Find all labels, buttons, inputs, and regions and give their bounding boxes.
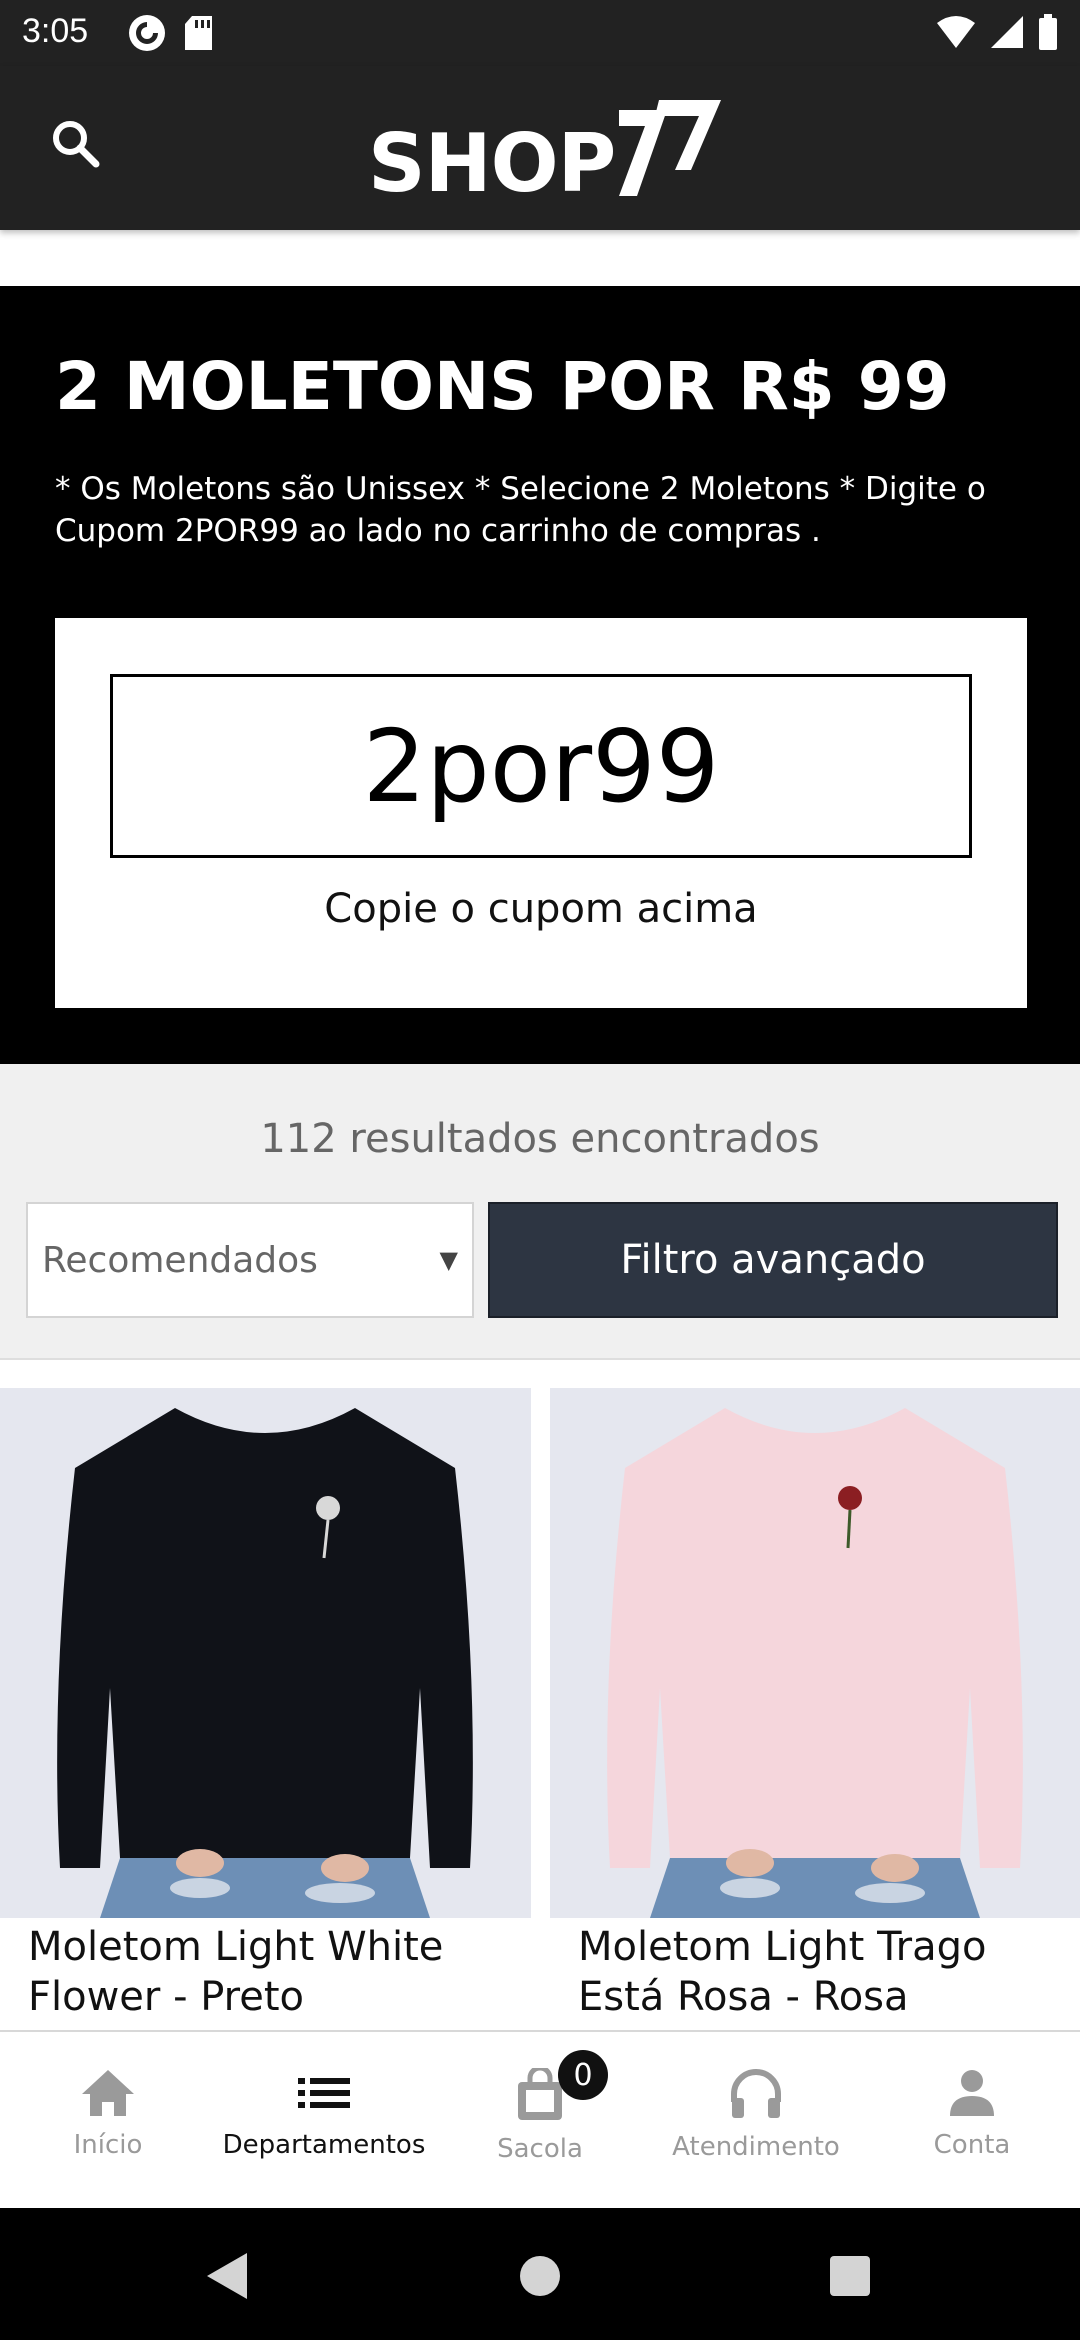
recents-square-icon xyxy=(828,2254,872,2302)
cart-count-badge: 0 xyxy=(558,2050,608,2100)
wifi-icon xyxy=(936,15,976,53)
status-bar: 3:05 xyxy=(0,0,1080,66)
battery-icon xyxy=(1038,14,1058,54)
search-button[interactable] xyxy=(44,114,108,178)
coupon-code[interactable]: 2por99 xyxy=(110,674,972,858)
results-count: 112 resultados encontrados xyxy=(260,1116,820,1162)
person-icon xyxy=(944,2068,1000,2122)
home-circle-icon xyxy=(518,2254,562,2302)
back-button[interactable] xyxy=(196,2248,256,2308)
product-name[interactable]: Moletom Light Trago Está Rosa - Rosa xyxy=(550,1922,1070,2022)
system-navigation-bar xyxy=(0,2208,1080,2340)
nav-label: Início xyxy=(73,2130,143,2160)
sd-card-icon xyxy=(184,15,214,55)
home-icon xyxy=(80,2068,136,2122)
promo-banner: 2 MOLETONS POR R$ 99 * Os Moletons são U… xyxy=(0,286,1080,1064)
nav-label: Conta xyxy=(933,2130,1011,2160)
status-time: 3:05 xyxy=(22,12,89,50)
dropdown-arrow-icon: ▼ xyxy=(439,1246,458,1274)
shop77-logo[interactable]: SHOP xyxy=(368,94,725,204)
filter-area: 112 resultados encontrados Recomendados … xyxy=(0,1064,1080,1360)
search-icon xyxy=(50,118,102,174)
product-name[interactable]: Moletom Light White Flower - Preto xyxy=(0,1922,520,2022)
advanced-filter-button[interactable]: Filtro avançado xyxy=(488,1202,1058,1318)
product-image[interactable] xyxy=(550,1388,1080,1918)
nav-item-conta[interactable]: Conta xyxy=(864,2032,1080,2208)
nav-item-departamentos[interactable]: Departamentos xyxy=(216,2032,432,2208)
logo-text: SHOP xyxy=(368,117,616,210)
sort-selected-value: Recomendados xyxy=(42,1239,318,1281)
nav-label: Sacola xyxy=(497,2134,583,2164)
sort-select[interactable]: Recomendados ▼ xyxy=(26,1202,474,1318)
product-card[interactable]: Moletom Light Trago Está Rosa - Rosa xyxy=(550,1388,1080,2022)
coupon-hint: Copie o cupom acima xyxy=(324,886,758,932)
product-image[interactable] xyxy=(0,1388,531,1918)
logo-77-mark xyxy=(615,100,725,204)
recents-button[interactable] xyxy=(820,2248,880,2308)
nav-item-sacola[interactable]: 0 Sacola xyxy=(432,2032,648,2208)
promo-description: * Os Moletons são Unissex * Selecione 2 … xyxy=(55,471,986,549)
app-bar: SHOP xyxy=(0,66,1080,230)
nav-label: Atendimento xyxy=(672,2132,840,2162)
nav-item-inicio[interactable]: Início xyxy=(0,2032,216,2208)
product-card[interactable]: Moletom Light White Flower - Preto xyxy=(0,1388,531,2022)
home-button[interactable] xyxy=(510,2248,570,2308)
coupon-card: 2por99 Copie o cupom acima xyxy=(55,618,1027,1008)
promo-title: 2 MOLETONS POR R$ 99 xyxy=(55,348,950,425)
headset-icon xyxy=(728,2068,784,2124)
bottom-navigation: Início Departamentos 0 Sacola Atendiment… xyxy=(0,2030,1080,2208)
signal-icon xyxy=(990,15,1024,53)
back-triangle-icon xyxy=(203,2251,249,2305)
nav-item-atendimento[interactable]: Atendimento xyxy=(648,2032,864,2208)
list-icon xyxy=(296,2068,352,2122)
pocket-casts-icon xyxy=(128,14,166,56)
nav-label: Departamentos xyxy=(222,2130,426,2160)
